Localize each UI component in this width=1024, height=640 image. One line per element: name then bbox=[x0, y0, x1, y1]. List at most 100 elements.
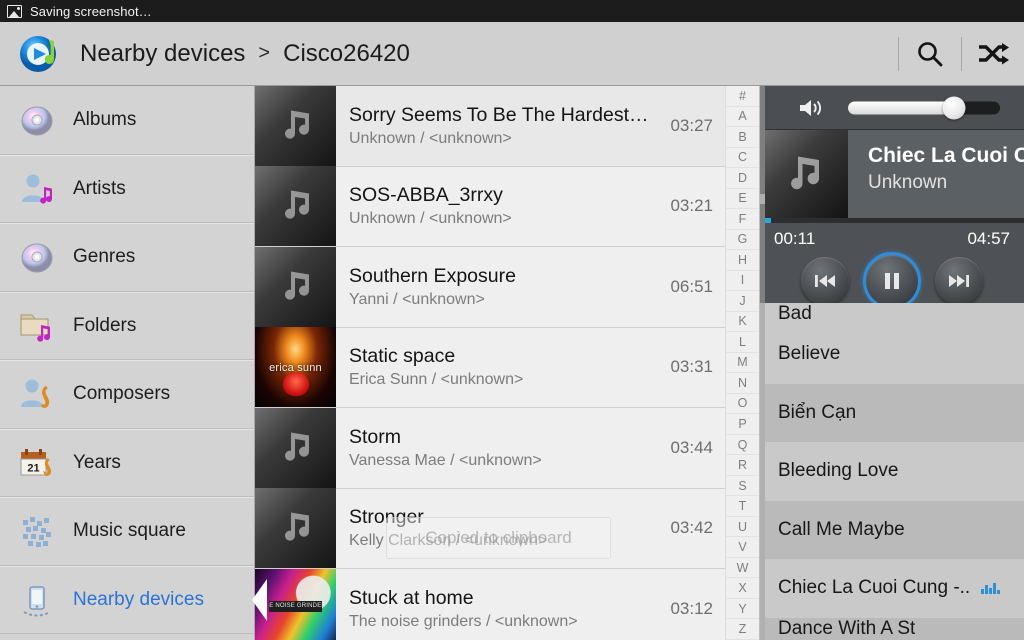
volume-fill bbox=[848, 101, 955, 114]
alpha-index-item[interactable]: L bbox=[726, 332, 759, 353]
alphabet-index[interactable]: # A B C D E F G H I J K L M N O P Q R S … bbox=[725, 86, 760, 640]
table-row[interactable]: Sorry Seems To Be The Hardest… Unknown /… bbox=[255, 85, 725, 167]
alpha-index-item[interactable]: Y bbox=[726, 599, 759, 620]
track-title: Southern Exposure bbox=[349, 264, 516, 287]
next-button[interactable] bbox=[935, 257, 983, 305]
alpha-index-item[interactable]: P bbox=[726, 414, 759, 435]
track-info: Stuck at home The noise grinders / <unkn… bbox=[336, 587, 670, 631]
alpha-index-item[interactable]: F bbox=[726, 209, 759, 230]
now-playing-card[interactable]: Chiec La Cuoi C Unknown bbox=[760, 130, 1024, 218]
shuffle-icon bbox=[979, 43, 1009, 65]
queue-item-name: Bleeding Love bbox=[778, 460, 899, 482]
alpha-index-item[interactable]: S bbox=[726, 476, 759, 497]
speaker-icon[interactable] bbox=[798, 96, 828, 120]
sidebar-item-albums[interactable]: Albums bbox=[0, 86, 254, 155]
table-row[interactable]: erica sunn Static space Erica Sunn / <un… bbox=[255, 327, 725, 408]
table-row[interactable]: Storm Vanessa Mae / <unknown> 03:44 bbox=[255, 407, 725, 489]
scroll-rail[interactable] bbox=[760, 86, 765, 640]
now-playing-art bbox=[760, 130, 848, 218]
sidebar-item-composers[interactable]: Composers bbox=[0, 360, 254, 429]
alpha-index-item[interactable]: J bbox=[726, 291, 759, 312]
track-duration: 06:51 bbox=[670, 276, 713, 296]
list-item[interactable]: Biển Cạn bbox=[760, 383, 1024, 442]
alpha-index-item[interactable]: Q bbox=[726, 435, 759, 456]
artist-note-icon bbox=[17, 169, 57, 209]
track-info: Southern Exposure Yanni / <unknown> bbox=[336, 265, 670, 309]
alpha-index-item[interactable]: D bbox=[726, 168, 759, 189]
alpha-index-item[interactable]: A bbox=[726, 107, 759, 128]
alpha-index-item[interactable]: V bbox=[726, 537, 759, 558]
alpha-index-item[interactable]: M bbox=[726, 353, 759, 374]
next-track-icon bbox=[949, 275, 969, 287]
list-item[interactable]: Bleeding Love bbox=[760, 442, 1024, 501]
sidebar-item-label: Artists bbox=[73, 177, 126, 199]
alpha-index-item[interactable]: Z bbox=[726, 619, 759, 640]
track-info: SOS-ABBA_3rrxy Unknown / <unknown> bbox=[336, 184, 670, 228]
player-controls: 00:11 04:57 bbox=[760, 223, 1024, 310]
queue-list[interactable]: Bad Believe Biển Cạn Bleeding Love Call … bbox=[760, 303, 1024, 640]
alpha-index-item[interactable]: # bbox=[726, 86, 759, 107]
device-icon bbox=[17, 580, 57, 620]
breadcrumb-root[interactable]: Nearby devices bbox=[80, 40, 245, 68]
alpha-index-item[interactable]: U bbox=[726, 517, 759, 538]
candle-flame bbox=[282, 372, 309, 397]
track-duration: 03:44 bbox=[670, 437, 713, 457]
alpha-index-item[interactable]: G bbox=[726, 230, 759, 251]
search-button[interactable] bbox=[899, 22, 961, 86]
picture-icon bbox=[7, 4, 22, 18]
list-item[interactable]: Chiec La Cuoi Cung -.. bbox=[760, 559, 1024, 618]
alpha-index-item[interactable]: T bbox=[726, 496, 759, 517]
previous-button[interactable] bbox=[801, 257, 849, 305]
table-row[interactable]: SOS-ABBA_3rrxy Unknown / <unknown> 03:21 bbox=[255, 166, 725, 247]
track-title: SOS-ABBA_3rrxy bbox=[349, 184, 503, 207]
sidebar-item-label: Years bbox=[73, 451, 121, 473]
volume-knob[interactable] bbox=[942, 96, 966, 119]
sidebar-item-genres[interactable]: Genres bbox=[0, 223, 254, 292]
toast-message: Copied to clipboard bbox=[386, 517, 611, 559]
alpha-index-item[interactable]: N bbox=[726, 373, 759, 394]
elapsed-time: 00:11 bbox=[774, 229, 816, 248]
table-row[interactable]: Southern Exposure Yanni / <unknown> 06:5… bbox=[255, 246, 725, 328]
table-row[interactable]: THE NOISE GRINDERS Stuck at home The noi… bbox=[255, 568, 725, 640]
track-list[interactable]: Sorry Seems To Be The Hardest… Unknown /… bbox=[255, 85, 725, 640]
list-item[interactable]: Believe bbox=[760, 325, 1024, 384]
track-duration: 03:12 bbox=[670, 598, 713, 618]
alpha-index-item[interactable]: W bbox=[726, 558, 759, 579]
list-item[interactable]: Dance With A St bbox=[760, 617, 1024, 640]
sidebar-item-artists[interactable]: Artists bbox=[0, 154, 254, 223]
track-info: Static space Erica Sunn / <unknown> bbox=[336, 345, 670, 389]
alpha-index-item[interactable]: E bbox=[726, 189, 759, 210]
alpha-index-item[interactable]: K bbox=[726, 312, 759, 333]
alpha-index-item[interactable]: I bbox=[726, 271, 759, 292]
sidebar-item-music-square[interactable]: Music square bbox=[0, 497, 254, 566]
list-item[interactable]: Call Me Maybe bbox=[760, 500, 1024, 559]
sidebar-item-label: Nearby devices bbox=[73, 588, 204, 610]
alpha-index-item[interactable]: B bbox=[726, 127, 759, 148]
play-pause-button[interactable] bbox=[863, 252, 921, 310]
previous-track-icon bbox=[815, 275, 835, 287]
track-subtitle: Unknown / <unknown> bbox=[349, 129, 512, 147]
alpha-index-item[interactable]: R bbox=[726, 455, 759, 476]
main-body: Albums Artists Genres Folders Composers … bbox=[0, 85, 1024, 640]
sidebar-item-folders[interactable]: Folders bbox=[0, 291, 254, 360]
sidebar-item-label: Music square bbox=[73, 520, 186, 542]
breadcrumb: Nearby devices > Cisco26420 bbox=[80, 40, 410, 68]
track-info: Storm Vanessa Mae / <unknown> bbox=[336, 426, 670, 470]
now-playing-artist: Unknown bbox=[868, 172, 948, 193]
action-bar: Nearby devices > Cisco26420 bbox=[0, 22, 1024, 86]
action-bar-buttons bbox=[898, 22, 1024, 86]
queue-item-name: Call Me Maybe bbox=[778, 518, 905, 540]
album-art bbox=[255, 407, 336, 488]
queue-item-name: Chiec La Cuoi Cung -.. bbox=[778, 577, 971, 599]
alpha-index-item[interactable]: C bbox=[726, 148, 759, 169]
music-note-icon bbox=[275, 182, 317, 229]
alpha-index-item[interactable]: H bbox=[726, 250, 759, 271]
alpha-index-item[interactable]: X bbox=[726, 578, 759, 599]
sidebar-item-years[interactable]: 21 Years bbox=[0, 428, 254, 497]
volume-slider[interactable] bbox=[848, 96, 1000, 119]
music-square-icon bbox=[17, 511, 57, 551]
alpha-index-item[interactable]: O bbox=[726, 394, 759, 415]
sidebar-item-nearby-devices[interactable]: Nearby devices bbox=[0, 565, 267, 634]
list-item[interactable]: Bad bbox=[760, 303, 1024, 325]
shuffle-button[interactable] bbox=[962, 22, 1024, 86]
